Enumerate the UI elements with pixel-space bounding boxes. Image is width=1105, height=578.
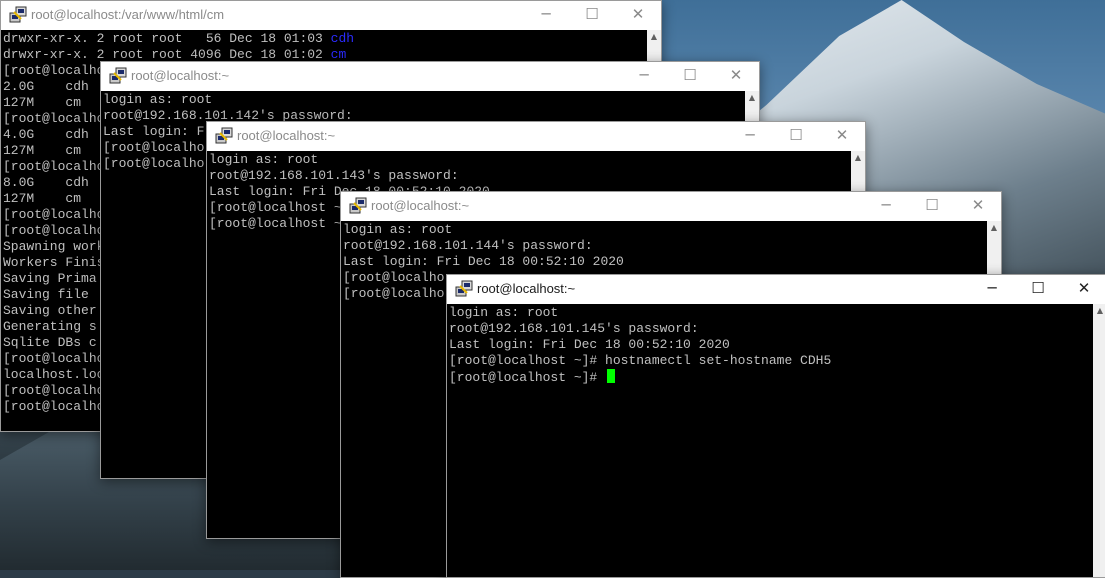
close-button[interactable]: ✕ <box>713 62 759 91</box>
close-button[interactable]: ✕ <box>819 122 865 151</box>
window-title: root@localhost:~ <box>371 198 470 213</box>
window-title: root@localhost:~ <box>477 281 576 296</box>
close-button[interactable]: ✕ <box>615 1 661 30</box>
terminal-line: login as: root <box>343 222 453 237</box>
minimize-button[interactable]: ─ <box>727 122 773 151</box>
maximize-button[interactable]: ☐ <box>1015 275 1061 304</box>
terminal-line: root@192.168.101.145's password: <box>449 321 699 336</box>
title-bar[interactable]: root@localhost:~ ─ ☐ ✕ <box>447 275 1105 304</box>
up-arrow-icon[interactable]: ▲ <box>987 221 1001 235</box>
maximize-button[interactable]: ☐ <box>773 122 819 151</box>
dir-name-cdh: cdh <box>330 31 355 46</box>
terminal-line: Last login: Fri Dec 18 00:52:10 2020 <box>449 337 730 352</box>
title-bar[interactable]: root@localhost:~ ─ ☐ ✕ <box>207 122 865 151</box>
terminal-cursor <box>607 369 616 383</box>
minimize-button[interactable]: ─ <box>621 62 667 91</box>
terminal-line: Last login: Fri Dec 18 00:52:10 2020 <box>343 254 624 269</box>
close-button[interactable]: ✕ <box>1061 275 1105 304</box>
up-arrow-icon[interactable]: ▲ <box>647 30 661 44</box>
terminal-line: [root@localhost ~]# hostnamectl set-host… <box>449 353 832 368</box>
putty-icon <box>455 280 473 297</box>
terminal-line: login as: root <box>103 92 213 107</box>
up-arrow-icon[interactable]: ▲ <box>1093 304 1105 318</box>
up-arrow-icon[interactable]: ▲ <box>851 151 865 165</box>
putty-icon <box>109 67 127 84</box>
title-bar[interactable]: root@localhost:~ ─ ☐ ✕ <box>341 192 1001 221</box>
terminal-line: [root@localhost ~]# <box>449 369 1093 385</box>
close-button[interactable]: ✕ <box>955 192 1001 221</box>
terminal-line: root@192.168.101.144's password: <box>343 238 593 253</box>
terminal-line: login as: root <box>449 305 559 320</box>
putty-icon <box>215 127 233 144</box>
up-arrow-icon[interactable]: ▲ <box>745 91 759 105</box>
maximize-button[interactable]: ☐ <box>909 192 955 221</box>
maximize-button[interactable]: ☐ <box>569 1 615 30</box>
terminal-line: drwxr-xr-x. 2 root root 56 Dec 18 01:03 … <box>3 31 355 46</box>
terminal-window-5[interactable]: root@localhost:~ ─ ☐ ✕ login as: root ro… <box>446 274 1105 578</box>
terminal-line: root@192.168.101.143's password: <box>209 168 459 183</box>
minimize-button[interactable]: ─ <box>969 275 1015 304</box>
putty-icon <box>349 197 367 214</box>
terminal-line: login as: root <box>209 152 319 167</box>
putty-icon <box>9 6 27 23</box>
minimize-button[interactable]: ─ <box>863 192 909 221</box>
maximize-button[interactable]: ☐ <box>667 62 713 91</box>
title-bar[interactable]: root@localhost:~ ─ ☐ ✕ <box>101 62 759 91</box>
terminal-output[interactable]: login as: root root@192.168.101.145's pa… <box>447 304 1093 577</box>
dir-name-cm: cm <box>330 47 347 62</box>
minimize-button[interactable]: ─ <box>523 1 569 30</box>
window-title: root@localhost:/var/www/html/cm <box>31 7 225 22</box>
title-bar[interactable]: root@localhost:/var/www/html/cm ─ ☐ ✕ <box>1 1 661 30</box>
vertical-scrollbar[interactable]: ▲ <box>1093 304 1105 577</box>
window-title: root@localhost:~ <box>237 128 336 143</box>
window-title: root@localhost:~ <box>131 68 230 83</box>
